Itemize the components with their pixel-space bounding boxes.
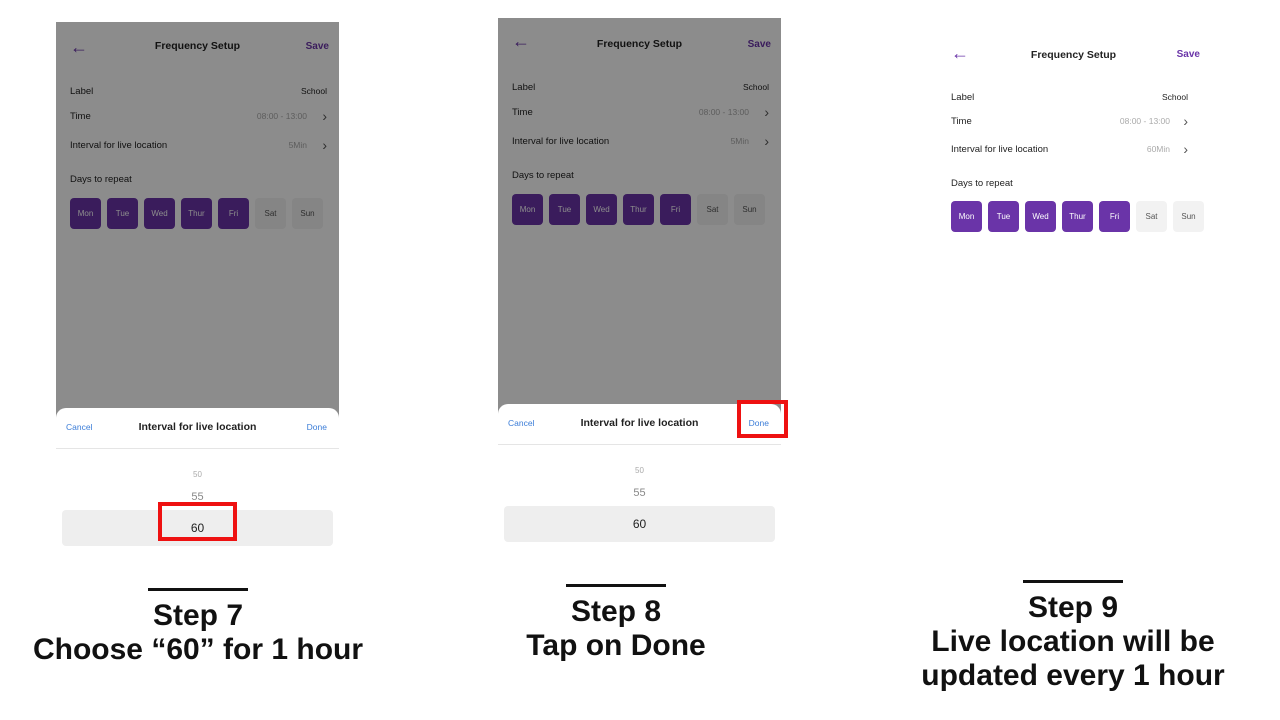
step-8-title: Step 8 <box>570 595 662 628</box>
day-thur[interactable]: Thur <box>1062 201 1093 232</box>
caption-divider <box>566 584 666 587</box>
days-selector: Mon Tue Wed Thur Fri Sat Sun <box>951 201 1204 232</box>
picker-option-50[interactable]: 50 <box>62 470 333 479</box>
save-button[interactable]: Save <box>1177 49 1200 60</box>
days-title: Days to repeat <box>951 178 1013 189</box>
step-8-caption: Step 8 Tap on Done <box>466 584 766 663</box>
phone-screen-step-8: ← Frequency Setup Save Label School Time… <box>498 18 781 588</box>
highlight-box-60 <box>158 502 237 541</box>
day-sun[interactable]: Sun <box>1173 201 1204 232</box>
interval-picker-wheel[interactable]: 50 55 60 <box>504 456 775 576</box>
caption-divider <box>148 588 248 591</box>
step-9-caption: Step 9 Live location will be updated eve… <box>905 580 1241 693</box>
day-fri[interactable]: Fri <box>1099 201 1130 232</box>
step-7-caption: Step 7 Choose “60” for 1 hour <box>0 588 396 667</box>
picker-option-60-selected[interactable]: 60 <box>504 506 775 542</box>
chevron-right-icon: › <box>1183 141 1188 157</box>
step-8-description: Tap on Done <box>526 629 706 662</box>
label-row-name: Label <box>951 92 975 103</box>
step-9-title: Step 9 <box>1027 591 1119 624</box>
highlight-box-done <box>737 400 788 438</box>
step-9-description-line-2: updated every 1 hour <box>921 659 1225 692</box>
chevron-right-icon: › <box>1183 113 1188 129</box>
divider <box>498 444 781 445</box>
time-row-name: Time <box>951 116 972 127</box>
label-row[interactable]: Label School <box>951 92 1200 106</box>
step-7-description: Choose “60” for 1 hour <box>32 633 364 666</box>
day-sat[interactable]: Sat <box>1136 201 1167 232</box>
interval-row-name: Interval for live location <box>951 144 1049 155</box>
step-9-description-line-1: Live location will be <box>931 625 1215 658</box>
sheet-title: Interval for live location <box>138 421 257 433</box>
label-row-value: School <box>1162 92 1188 102</box>
interval-row[interactable]: Interval for live location 60Min › <box>951 141 1200 158</box>
done-button[interactable]: Done <box>307 422 327 432</box>
top-bar: ← Frequency Setup Save <box>937 30 1210 80</box>
page-title: Frequency Setup <box>1030 49 1117 61</box>
time-row[interactable]: Time 08:00 - 13:00 › <box>951 113 1200 130</box>
interval-row-value: 60Min <box>1146 144 1170 154</box>
day-mon[interactable]: Mon <box>951 201 982 232</box>
day-tue[interactable]: Tue <box>988 201 1019 232</box>
phone-screen-step-9: ← Frequency Setup Save Label School Time… <box>937 30 1210 260</box>
caption-divider <box>1023 580 1123 583</box>
step-7-title: Step 7 <box>152 599 244 632</box>
picker-option-55[interactable]: 55 <box>504 487 775 499</box>
day-wed[interactable]: Wed <box>1025 201 1056 232</box>
time-row-value: 08:00 - 13:00 <box>1119 116 1170 126</box>
picker-option-50[interactable]: 50 <box>504 466 775 475</box>
divider <box>56 448 339 449</box>
